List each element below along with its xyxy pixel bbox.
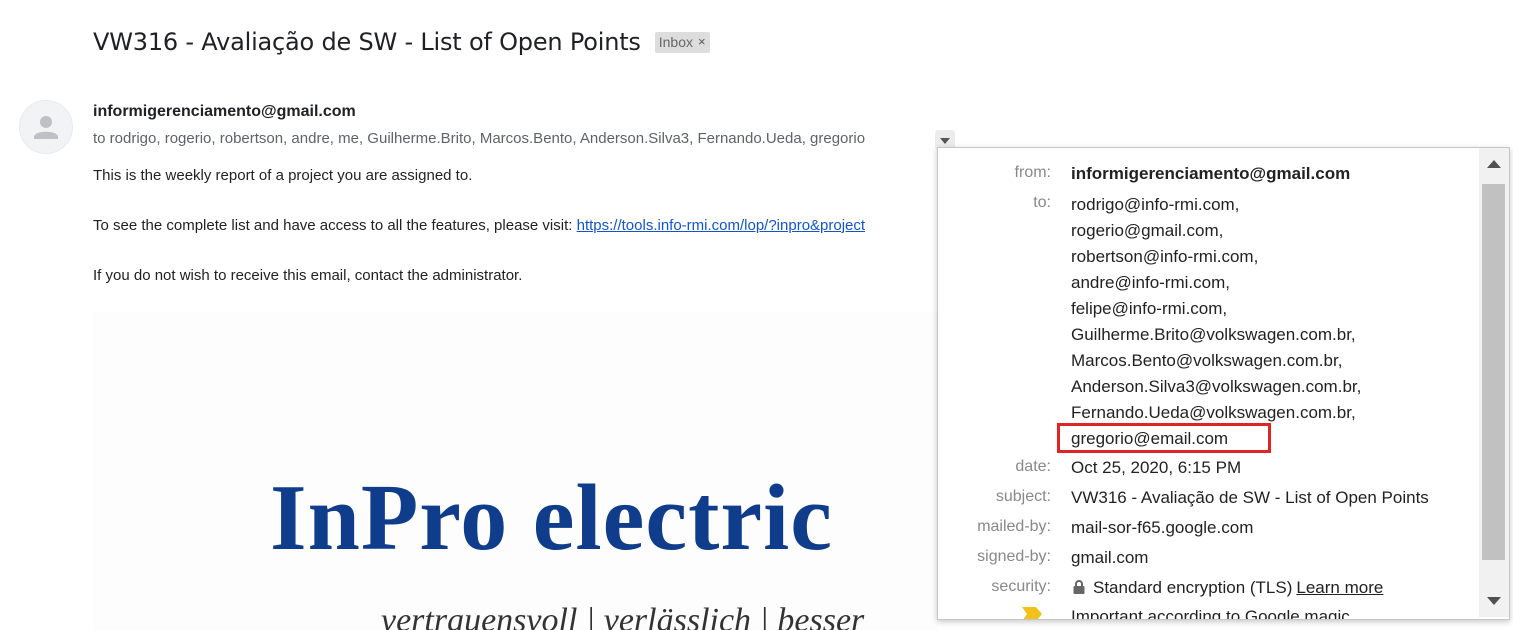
to-address: rogerio@gmail.com,: [1071, 221, 1224, 240]
to-list: rodrigo@info-rmi.com, rogerio@gmail.com,…: [1071, 192, 1361, 452]
security-label: security:: [991, 578, 1051, 595]
body-line-2-text: To see the complete list and have access…: [93, 217, 577, 234]
body-line-1: This is the weekly report of a project y…: [93, 167, 473, 184]
inbox-label[interactable]: Inbox ×: [654, 31, 710, 53]
importance-value: Important according to Google magic.: [1071, 607, 1355, 620]
to-label: to:: [1033, 194, 1051, 211]
to-address: felipe@info-rmi.com,: [1071, 299, 1228, 318]
important-marker-icon: [1022, 607, 1042, 619]
popup-scrollbar[interactable]: [1479, 148, 1509, 617]
mailed-by-label: mailed-by:: [977, 518, 1051, 535]
to-address: rodrigo@info-rmi.com,: [1071, 195, 1240, 214]
to-address: Anderson.Silva3@volkswagen.com.br,: [1071, 377, 1362, 396]
signed-by-label: signed-by:: [977, 548, 1051, 565]
person-icon: [34, 116, 58, 139]
logo-tagline: vertrauensvoll | verlässlich | besser: [381, 602, 865, 630]
from-label: from:: [1014, 164, 1051, 181]
body-line-2: To see the complete list and have access…: [93, 217, 865, 234]
sender-address[interactable]: informigerenciamento@gmail.com: [93, 103, 356, 121]
to-address: Marcos.Bento@volkswagen.com.br,: [1071, 351, 1343, 370]
scroll-up-icon[interactable]: [1487, 160, 1501, 168]
project-link[interactable]: https://tools.info-rmi.com/lop/?inpro&pr…: [577, 217, 865, 234]
highlight-box: [1057, 423, 1271, 453]
to-address: Guilherme.Brito@volkswagen.com.br,: [1071, 325, 1356, 344]
subject-detail-label: subject:: [995, 488, 1051, 505]
date-value: Oct 25, 2020, 6:15 PM: [1071, 458, 1242, 477]
date-label: date:: [1015, 458, 1051, 475]
sender-avatar[interactable]: [19, 100, 73, 154]
mailed-by-value: mail-sor-f65.google.com: [1071, 518, 1254, 537]
security-text: Standard encryption (TLS): [1093, 578, 1293, 597]
message-details-popup: from: informigerenciamento@gmail.com to:…: [937, 147, 1510, 620]
remove-label-icon[interactable]: ×: [698, 34, 706, 49]
email-subject: VW316 - Avaliação de SW - List of Open P…: [93, 28, 641, 56]
subject-row: VW316 - Avaliação de SW - List of Open P…: [93, 28, 710, 56]
body-line-3: If you do not wish to receive this email…: [93, 267, 523, 284]
to-address: robertson@info-rmi.com,: [1071, 247, 1259, 266]
subject-detail-value: VW316 - Avaliação de SW - List of Open P…: [1071, 488, 1429, 507]
recipients-summary: to rodrigo, rogerio, robertson, andre, m…: [93, 130, 866, 147]
inpro-logo-image: InPro electric vertrauensvoll | verlässl…: [93, 312, 938, 630]
logo-text: InPro electric: [270, 466, 833, 570]
inbox-label-text: Inbox: [658, 33, 693, 50]
security-value: Standard encryption (TLS) Learn more: [1071, 578, 1383, 598]
scroll-down-icon[interactable]: [1487, 597, 1501, 605]
learn-more-link[interactable]: Learn more: [1296, 578, 1383, 597]
lock-icon: [1073, 580, 1085, 594]
from-value: informigerenciamento@gmail.com: [1071, 164, 1351, 183]
signed-by-value: gmail.com: [1071, 548, 1149, 567]
to-address: andre@info-rmi.com,: [1071, 273, 1230, 292]
scroll-thumb[interactable]: [1482, 184, 1505, 560]
